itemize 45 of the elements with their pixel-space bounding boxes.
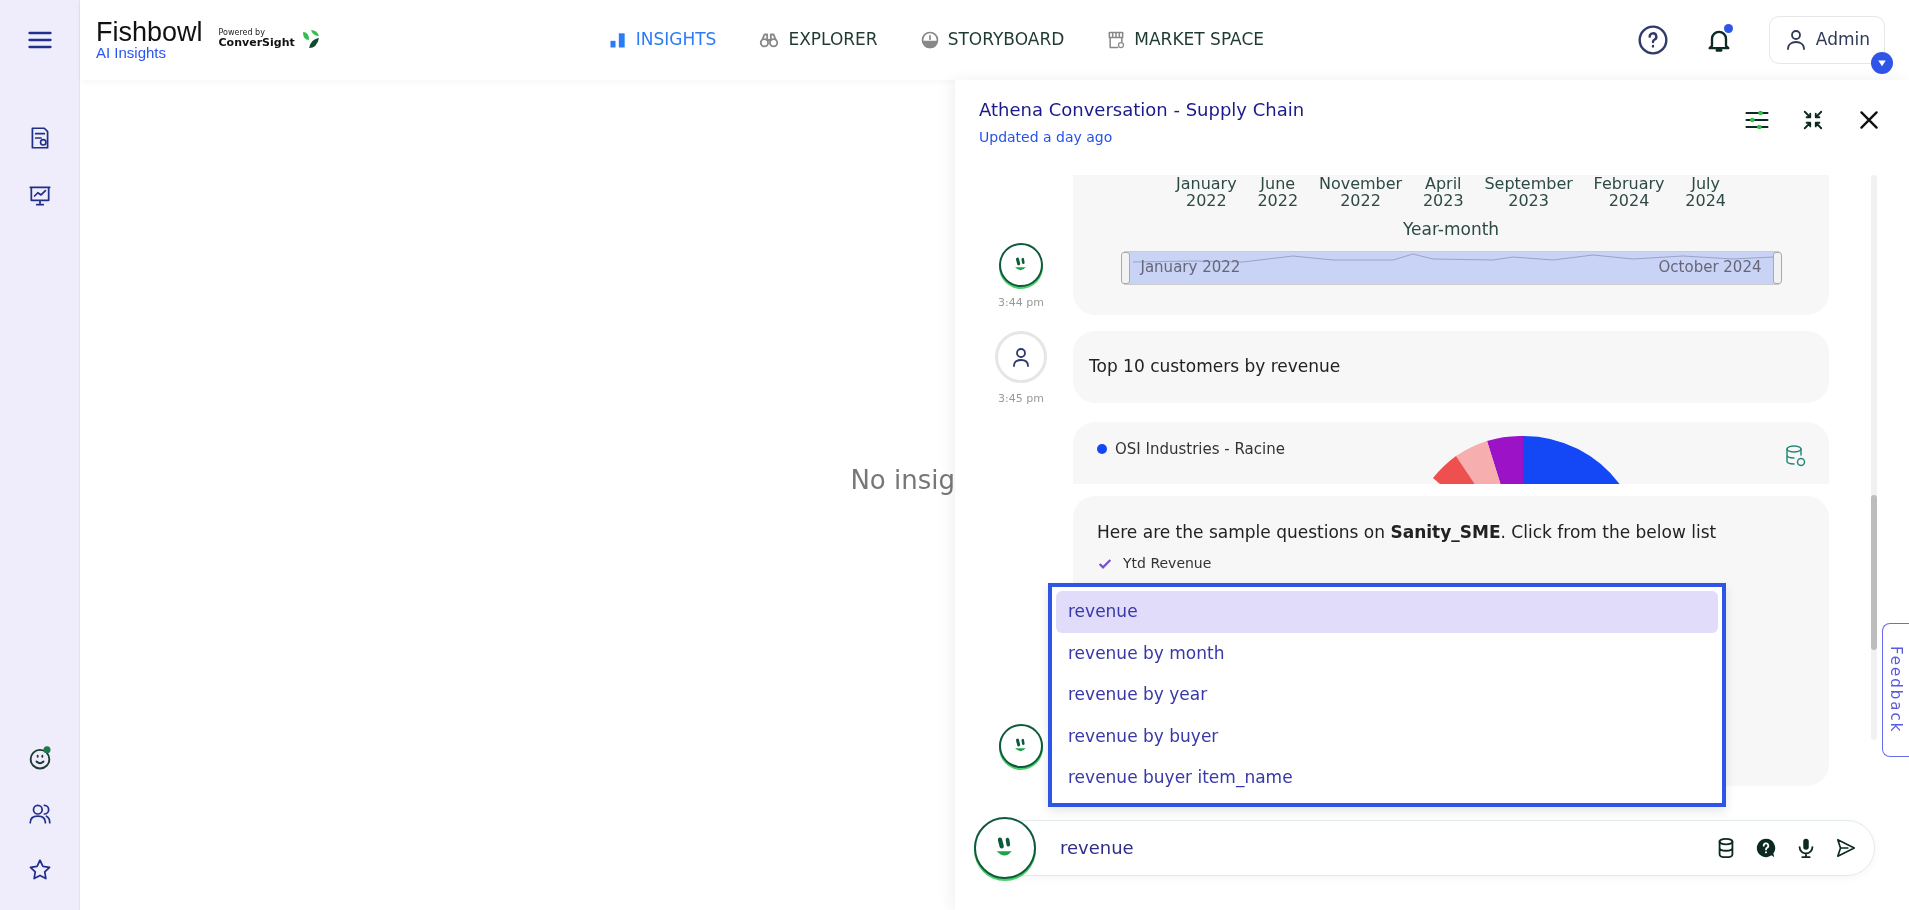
axis-title: Year-month (1402, 218, 1500, 241)
gauge-icon (919, 30, 940, 50)
suggestion-question[interactable]: Ytd Revenue (1123, 553, 1212, 574)
axis-label: July 2024 (1685, 175, 1726, 209)
brand-subtitle: AI Insights (96, 45, 168, 61)
range-handle[interactable] (1772, 251, 1782, 284)
updated-label: Updated a day ago (979, 128, 1114, 147)
scrollbar-thumb[interactable] (1871, 495, 1877, 650)
range-start-label: January 2022 (1140, 257, 1241, 279)
brand-name: Fishbowl (96, 19, 203, 45)
range-slider[interactable]: January 2022 October 2024 (1123, 250, 1779, 285)
message-time: 3:45 pm (998, 391, 1044, 407)
range-handle[interactable] (1120, 251, 1130, 284)
empty-state-message: No insig (850, 463, 955, 497)
dropdown-badge[interactable] (1871, 51, 1893, 74)
people-icon (26, 801, 53, 827)
axis-label: June 2022 (1257, 175, 1299, 209)
nav-tab[interactable]: STORYBOARD (919, 27, 1065, 53)
message-time: 3:44 pm (998, 294, 1044, 311)
feedback-tab[interactable]: Feedback (1882, 623, 1909, 757)
message-text: Top 10 customers by revenue (1089, 355, 1341, 379)
autocomplete-option[interactable]: revenue (1056, 591, 1718, 633)
storefront-icon (1106, 30, 1127, 50)
partner-name: ConverSight (218, 37, 295, 49)
help-icon (1636, 24, 1669, 56)
database-clock-icon (1783, 443, 1807, 468)
legend-label: OSI Industries - Racine (1115, 438, 1285, 460)
user-menu-button[interactable]: Admin (1768, 16, 1885, 64)
range-end-label: October 2024 (1658, 257, 1762, 279)
axis-label: January 2022 (1176, 175, 1237, 209)
help-button[interactable] (1636, 24, 1669, 56)
axis-label: September 2023 (1484, 175, 1573, 209)
presentation-icon (26, 183, 53, 209)
powered-by-label: Powered by (218, 28, 265, 37)
axis-label: November 2022 (1318, 175, 1403, 209)
help-bubble-icon (1755, 836, 1777, 859)
collapse-icon (1802, 109, 1824, 131)
send-icon (1835, 836, 1857, 859)
axis-label: April 2023 (1422, 175, 1464, 209)
message-text: Here are the sample questions on Sanity_SME. Click from the below list (1097, 520, 1718, 544)
nav-tab[interactable]: EXPLORER (758, 27, 878, 53)
nav-tab[interactable]: MARKET SPACE (1106, 27, 1264, 53)
panel-title: Athena Conversation - Supply Chain (979, 98, 1305, 122)
nav-tab[interactable]: INSIGHTS (607, 27, 717, 53)
axis-label: February 2024 (1593, 175, 1665, 209)
